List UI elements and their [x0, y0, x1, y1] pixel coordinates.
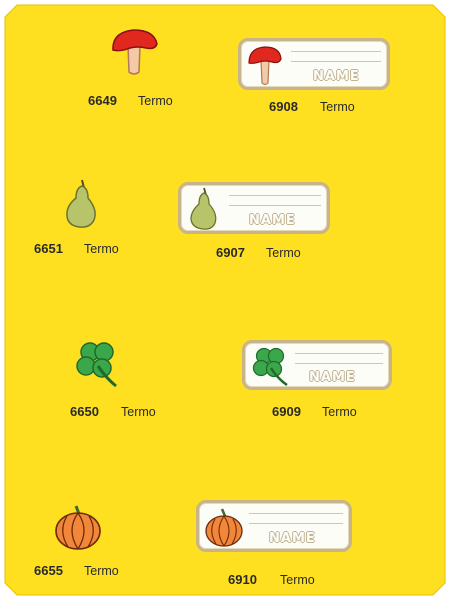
product-desc: Termo	[121, 405, 156, 419]
pear-badge	[62, 178, 102, 235]
pumpkin-badge	[52, 500, 104, 557]
product-code: 6907	[216, 245, 245, 260]
clover-badge	[72, 338, 124, 395]
clover-icon	[76, 342, 117, 388]
product-code: 6649	[88, 93, 117, 108]
product-desc: Termo	[84, 242, 119, 256]
name-patch: NAME	[242, 340, 392, 390]
product-desc: Termo	[320, 100, 355, 114]
mushroom-badge	[110, 26, 160, 83]
name-label: NAME	[249, 213, 296, 228]
product-desc: Termo	[280, 573, 315, 587]
name-label: NAME	[309, 370, 356, 385]
name-patch: NAME	[196, 500, 352, 552]
product-code: 6650	[70, 404, 99, 419]
pumpkin-icon	[205, 508, 243, 547]
clover-icon	[252, 347, 288, 387]
name-patch: NAME	[238, 38, 390, 90]
product-desc: Termo	[138, 94, 173, 108]
product-code: 6910	[228, 572, 257, 587]
product-desc: Termo	[84, 564, 119, 578]
mushroom-icon	[112, 29, 158, 75]
product-code: 6908	[269, 99, 298, 114]
product-code: 6655	[34, 563, 63, 578]
pumpkin-icon	[55, 505, 101, 550]
product-desc: Termo	[322, 405, 357, 419]
product-code: 6651	[34, 241, 63, 256]
product-desc: Termo	[266, 246, 301, 260]
pear-icon	[66, 179, 96, 228]
pear-icon	[190, 187, 217, 230]
name-patch: NAME	[178, 182, 330, 234]
product-code: 6909	[272, 404, 301, 419]
mushroom-icon	[248, 46, 282, 86]
name-label: NAME	[269, 531, 316, 546]
name-label: NAME	[313, 69, 360, 84]
